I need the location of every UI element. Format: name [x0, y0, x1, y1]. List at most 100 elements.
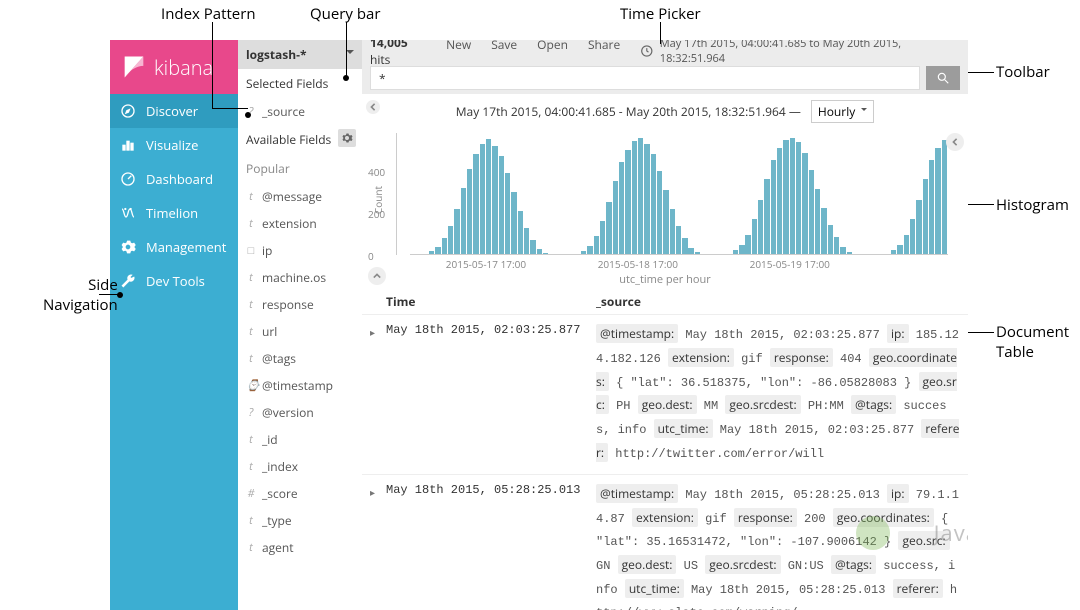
- histogram-bar[interactable]: [796, 142, 801, 255]
- field--id[interactable]: t_id: [238, 426, 362, 453]
- histogram-bar[interactable]: [530, 240, 535, 255]
- histogram-bar[interactable]: [828, 225, 833, 256]
- column-source-header[interactable]: _source: [596, 293, 960, 310]
- field-response[interactable]: tresponse: [238, 291, 362, 318]
- histogram-bar[interactable]: [758, 200, 763, 255]
- histogram-bar[interactable]: [454, 209, 459, 255]
- histogram-bar[interactable]: [499, 156, 504, 255]
- field--source[interactable]: ?_source: [238, 98, 362, 125]
- field-type-icon: t: [246, 459, 256, 474]
- nav-item-discover[interactable]: Discover: [110, 94, 238, 128]
- histogram-bar[interactable]: [821, 208, 826, 255]
- field--tags[interactable]: t@tags: [238, 345, 362, 372]
- field-type-icon: t: [246, 513, 256, 528]
- histogram-next-button[interactable]: [946, 133, 964, 151]
- histogram-bar[interactable]: [682, 238, 687, 255]
- document-row[interactable]: ▸May 18th 2015, 05:28:25.013@timestamp: …: [362, 475, 968, 610]
- histogram-bar[interactable]: [929, 160, 934, 255]
- histogram-bar[interactable]: [625, 150, 630, 255]
- field-extension[interactable]: textension: [238, 210, 362, 237]
- histogram-bar[interactable]: [923, 179, 928, 255]
- histogram-bar[interactable]: [935, 148, 940, 255]
- histogram-bar[interactable]: [752, 219, 757, 255]
- histogram-bar[interactable]: [809, 170, 814, 255]
- fields-settings-button[interactable]: [338, 129, 356, 147]
- histogram-bar[interactable]: [790, 138, 795, 255]
- nav-item-dashboard[interactable]: Dashboard: [110, 162, 238, 196]
- field--score[interactable]: #_score: [238, 480, 362, 507]
- histogram-bar[interactable]: [910, 219, 915, 255]
- field--timestamp[interactable]: ⌚@timestamp: [238, 372, 362, 399]
- expand-row-button[interactable]: ▸: [370, 485, 382, 499]
- histogram-bar[interactable]: [473, 154, 478, 255]
- histogram-bar[interactable]: [745, 235, 750, 255]
- histogram-bar[interactable]: [651, 154, 656, 255]
- histogram-bar[interactable]: [505, 173, 510, 255]
- histogram-bar[interactable]: [448, 226, 453, 255]
- field--type[interactable]: t_type: [238, 507, 362, 534]
- interval-select[interactable]: Hourly: [811, 100, 874, 123]
- nav-item-management[interactable]: Management: [110, 230, 238, 264]
- expand-row-button[interactable]: ▸: [370, 325, 382, 339]
- histogram-bar[interactable]: [524, 228, 529, 255]
- collapse-fields-button[interactable]: [366, 100, 380, 114]
- logo[interactable]: kibana: [110, 40, 238, 94]
- histogram-bar[interactable]: [486, 139, 491, 255]
- histogram-bar[interactable]: [518, 211, 523, 255]
- doc-field-key: referer:: [893, 579, 943, 598]
- histogram-bar[interactable]: [904, 235, 909, 255]
- histogram-bar[interactable]: [777, 148, 782, 255]
- histogram-bar[interactable]: [442, 238, 447, 255]
- index-pattern-label: logstash-*: [246, 46, 307, 63]
- annotation-side-navigation: Side Navigation: [43, 275, 118, 315]
- histogram[interactable]: Count 0200400 2015-05-17 17:002015-05-18…: [362, 127, 968, 289]
- histogram-bar[interactable]: [461, 188, 466, 255]
- histogram-bar[interactable]: [670, 209, 675, 255]
- histogram-prev-button[interactable]: [368, 267, 386, 285]
- histogram-bar[interactable]: [613, 181, 618, 255]
- histogram-bar[interactable]: [619, 162, 624, 255]
- index-pattern-selector[interactable]: logstash-*: [238, 40, 362, 69]
- annotation-time-picker: Time Picker: [620, 4, 701, 24]
- histogram-bar[interactable]: [802, 153, 807, 255]
- main-panel: 14,005 hits New Save Open Share May 17th…: [362, 40, 968, 610]
- nav-item-dev-tools[interactable]: Dev Tools: [110, 264, 238, 298]
- histogram-bar[interactable]: [764, 179, 769, 255]
- histogram-bar[interactable]: [657, 171, 662, 255]
- field-type-icon: t: [246, 540, 256, 555]
- histogram-bar[interactable]: [638, 138, 643, 255]
- histogram-bar[interactable]: [606, 202, 611, 255]
- histogram-bar[interactable]: [783, 140, 788, 255]
- field-name: ip: [262, 242, 272, 259]
- field-type-icon: t: [246, 351, 256, 366]
- document-row[interactable]: ▸May 18th 2015, 02:03:25.877@timestamp: …: [362, 315, 968, 475]
- search-button[interactable]: [926, 66, 960, 90]
- histogram-bar[interactable]: [644, 144, 649, 255]
- histogram-bar[interactable]: [480, 144, 485, 255]
- histogram-bar[interactable]: [815, 189, 820, 255]
- histogram-bar[interactable]: [834, 237, 839, 255]
- field-machine-os[interactable]: tmachine.os: [238, 264, 362, 291]
- field--version[interactable]: ?@version: [238, 399, 362, 426]
- field-agent[interactable]: tagent: [238, 534, 362, 561]
- histogram-bar[interactable]: [594, 236, 599, 255]
- query-input[interactable]: [370, 66, 920, 90]
- histogram-bar[interactable]: [942, 140, 947, 255]
- nav-item-visualize[interactable]: Visualize: [110, 128, 238, 162]
- histogram-bar[interactable]: [916, 200, 921, 255]
- clock-icon: [640, 44, 654, 58]
- histogram-bar[interactable]: [600, 221, 605, 255]
- histogram-bar[interactable]: [511, 192, 516, 255]
- histogram-bar[interactable]: [771, 160, 776, 255]
- field--message[interactable]: t@message: [238, 183, 362, 210]
- field--index[interactable]: t_index: [238, 453, 362, 480]
- histogram-bar[interactable]: [467, 169, 472, 255]
- field-url[interactable]: turl: [238, 318, 362, 345]
- column-time-header[interactable]: Time: [386, 293, 596, 310]
- histogram-bar[interactable]: [492, 146, 497, 255]
- histogram-bar[interactable]: [676, 226, 681, 255]
- histogram-bar[interactable]: [663, 190, 668, 255]
- histogram-bar[interactable]: [632, 141, 637, 255]
- nav-item-timelion[interactable]: Timelion: [110, 196, 238, 230]
- field-ip[interactable]: □ip: [238, 237, 362, 264]
